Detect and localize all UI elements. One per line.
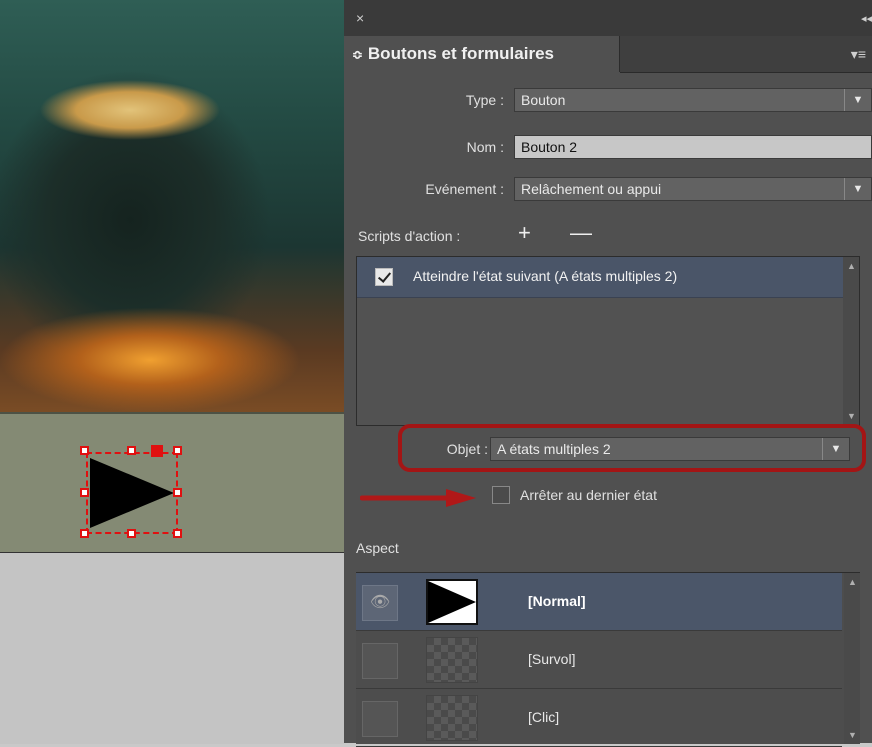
dropdown-arrow-icon: ▼ xyxy=(844,178,871,200)
state-thumbnail xyxy=(426,695,478,741)
type-dropdown[interactable]: Bouton ▼ xyxy=(514,88,872,112)
selection-handle[interactable] xyxy=(173,446,182,455)
selection-handle[interactable] xyxy=(127,529,136,538)
name-field[interactable]: Bouton 2 xyxy=(514,135,872,159)
action-label: Atteindre l'état suivant (A états multip… xyxy=(413,268,678,284)
selection-handle[interactable] xyxy=(151,445,163,457)
actions-label: Scripts d'action : xyxy=(358,228,461,244)
red-arrow-icon xyxy=(360,489,476,507)
state-name: [Clic] xyxy=(528,709,560,725)
state-row-clic[interactable]: [Clic] xyxy=(356,689,842,747)
selection-handle[interactable] xyxy=(173,488,182,497)
play-triangle-icon xyxy=(90,458,174,528)
selection-handle[interactable] xyxy=(80,488,89,497)
tab-chevron-icon: ≎ xyxy=(352,47,363,62)
selection-handle[interactable] xyxy=(127,446,136,455)
selection-handle[interactable] xyxy=(80,529,89,538)
appearance-states: 👁 [Normal] [Survol] [Clic] ▲ ▼ xyxy=(356,572,860,747)
document-artwork xyxy=(0,0,344,412)
actions-list: Atteindre l'état suivant (A états multip… xyxy=(356,256,860,426)
add-icon[interactable]: + xyxy=(518,220,531,246)
panel-menu-icon[interactable]: ▾≡ xyxy=(851,46,866,63)
buttons-forms-panel: × ◂◂ ≎ Boutons et formulaires ▾≡ Type : B… xyxy=(344,0,872,747)
stop-last-label: Arrêter au dernier état xyxy=(520,487,657,503)
tab-buttons-forms[interactable]: ≎ Boutons et formulaires xyxy=(344,36,620,72)
event-value: Relâchement ou appui xyxy=(521,181,662,197)
state-name: [Normal] xyxy=(528,593,586,609)
scroll-arrow-icon[interactable]: ▲ xyxy=(848,577,857,587)
selected-button-object[interactable] xyxy=(86,452,178,534)
object-highlight-callout xyxy=(398,424,866,472)
stop-last-checkbox[interactable] xyxy=(492,486,510,504)
remove-icon[interactable]: — xyxy=(570,220,592,246)
close-icon[interactable]: × xyxy=(356,10,364,26)
scroll-arrow-icon[interactable]: ▼ xyxy=(847,411,856,421)
selection-handle[interactable] xyxy=(173,529,182,538)
name-value: Bouton 2 xyxy=(521,139,578,155)
event-label: Evénement : xyxy=(425,181,504,197)
scroll-arrow-icon[interactable]: ▼ xyxy=(848,730,857,740)
pasteboard xyxy=(0,552,344,744)
state-row-normal[interactable]: 👁 [Normal] xyxy=(356,573,842,631)
state-row-survol[interactable]: [Survol] xyxy=(356,631,842,689)
event-dropdown[interactable]: Relâchement ou appui ▼ xyxy=(514,177,872,201)
list-item[interactable]: Atteindre l'état suivant (A états multip… xyxy=(357,257,843,298)
checkbox-icon[interactable] xyxy=(375,268,393,286)
eye-toggle[interactable] xyxy=(362,643,398,679)
dropdown-arrow-icon: ▼ xyxy=(844,89,871,111)
aspect-label: Aspect xyxy=(356,540,399,556)
scroll-arrow-icon[interactable]: ▲ xyxy=(847,261,856,271)
tab-strip: ▾≡ xyxy=(620,36,872,73)
selection-handle[interactable] xyxy=(80,446,89,455)
type-label: Type : xyxy=(465,92,504,108)
panel-title: Boutons et formulaires xyxy=(367,44,554,63)
states-scrollbar[interactable]: ▲ ▼ xyxy=(844,573,860,744)
play-triangle-icon xyxy=(428,581,476,623)
state-thumbnail xyxy=(426,579,478,625)
eye-toggle[interactable] xyxy=(362,701,398,737)
state-name: [Survol] xyxy=(528,651,576,667)
state-thumbnail xyxy=(426,637,478,683)
panel-topbar: × ◂◂ xyxy=(344,0,872,37)
eye-icon[interactable]: 👁 xyxy=(362,585,398,621)
name-label: Nom : xyxy=(466,139,504,155)
actions-scrollbar[interactable]: ▲ ▼ xyxy=(843,257,859,425)
type-value: Bouton xyxy=(521,92,566,108)
collapse-icon[interactable]: ◂◂ xyxy=(861,12,872,25)
